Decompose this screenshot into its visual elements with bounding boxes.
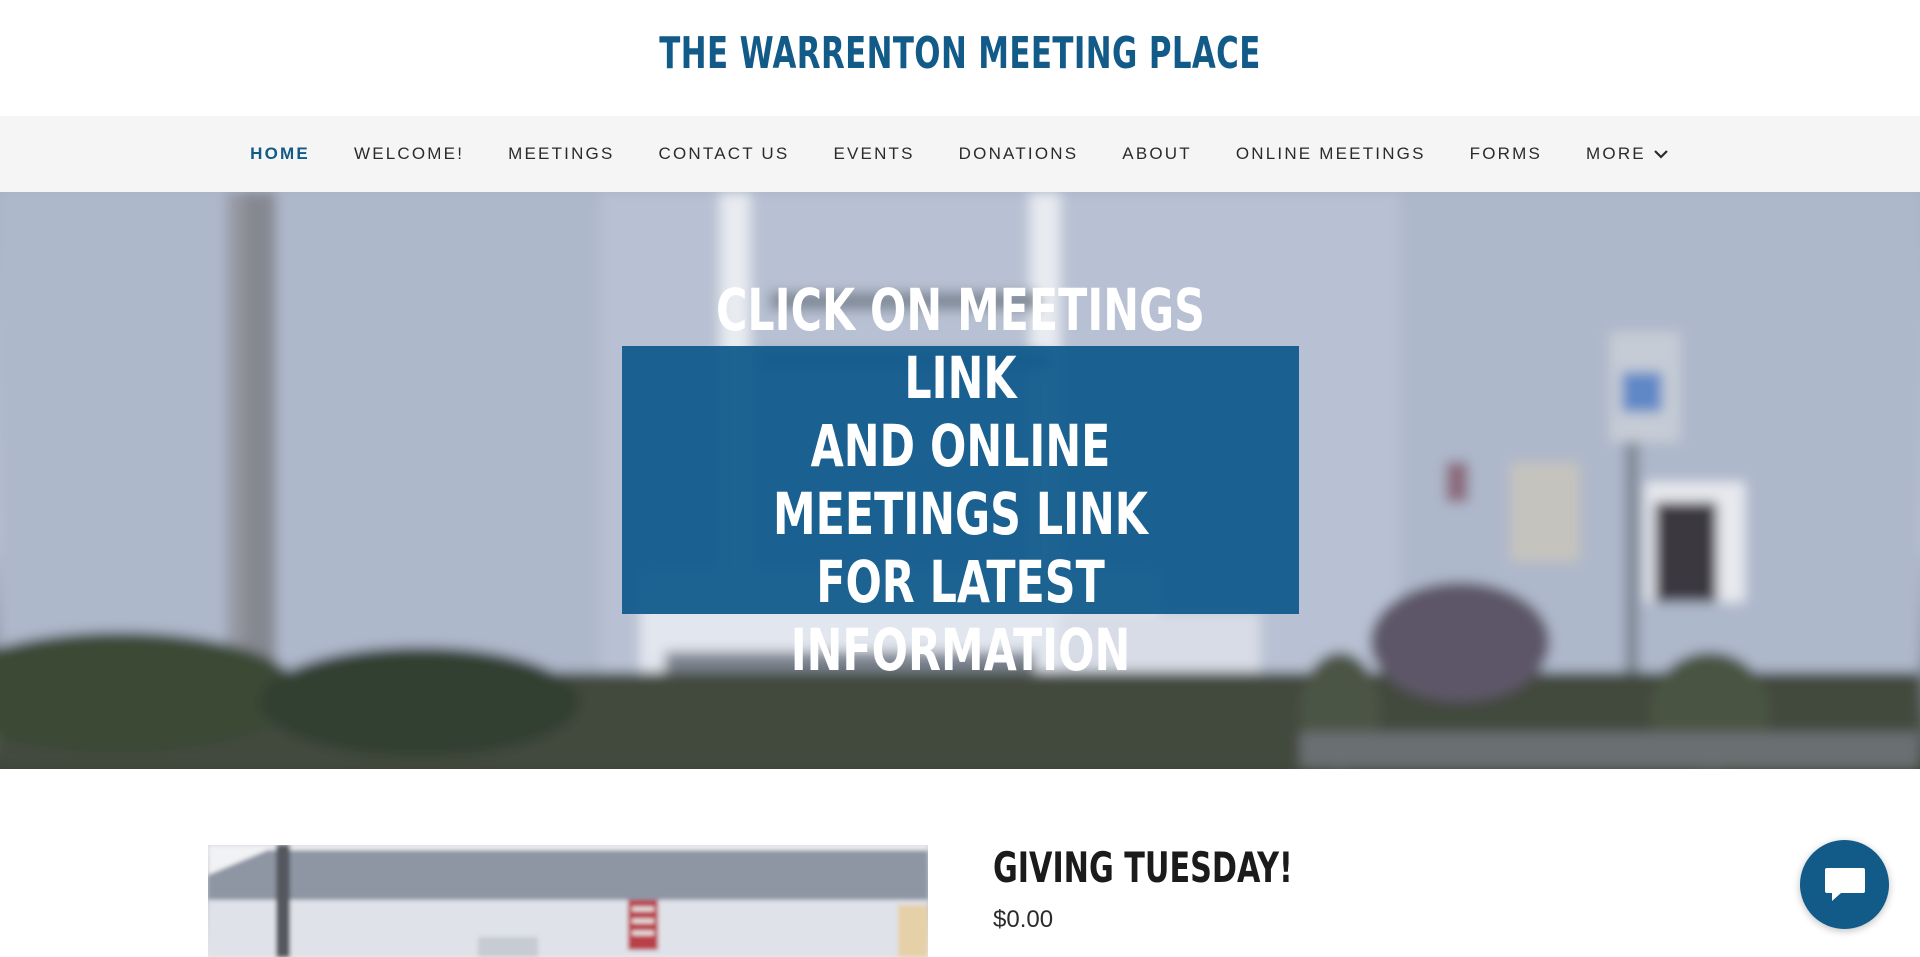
nav-item-more-label: MORE [1586,144,1646,163]
chevron-down-icon [1654,150,1668,159]
hero-line-1: CLICK ON MEETINGS LINK [716,276,1205,412]
hero-callout: CLICK ON MEETINGS LINK AND ONLINE MEETIN… [622,276,1299,684]
site-title[interactable]: THE WARRENTON MEETING PLACE [211,28,1709,79]
nav-item-about[interactable]: ABOUT [1100,144,1214,164]
nav-item-welcome[interactable]: WELCOME! [332,144,486,164]
nav-item-donations[interactable]: DONATIONS [937,144,1101,164]
hero-banner: CLICK ON MEETINGS LINK AND ONLINE MEETIN… [0,192,1920,769]
product-title[interactable]: GIVING TUESDAY! [993,843,1293,892]
chat-bubble-icon [1824,867,1865,901]
nav-item-more[interactable]: MORE [1564,144,1692,164]
site-header: THE WARRENTON MEETING PLACE [0,0,1920,116]
hero-line-3: FOR LATEST INFORMATION [790,548,1131,684]
product-price: $0.00 [993,906,1054,933]
nav-item-home[interactable]: HOME [228,144,332,164]
chat-button[interactable] [1800,840,1889,929]
hero-callout-text: CLICK ON MEETINGS LINK AND ONLINE MEETIN… [683,276,1238,684]
hero-line-2: AND ONLINE MEETINGS LINK [773,412,1148,548]
product-image[interactable] [208,845,928,957]
nav-item-meetings[interactable]: MEETINGS [486,144,636,164]
main-nav: HOME WELCOME! MEETINGS CONTACT US EVENTS… [0,116,1920,192]
nav-items: HOME WELCOME! MEETINGS CONTACT US EVENTS… [0,116,1920,192]
nav-item-forms[interactable]: FORMS [1448,144,1564,164]
nav-item-online-meetings[interactable]: ONLINE MEETINGS [1214,144,1448,164]
nav-item-contact-us[interactable]: CONTACT US [637,144,812,164]
nav-item-events[interactable]: EVENTS [811,144,936,164]
product-photo-graphic [208,845,928,957]
